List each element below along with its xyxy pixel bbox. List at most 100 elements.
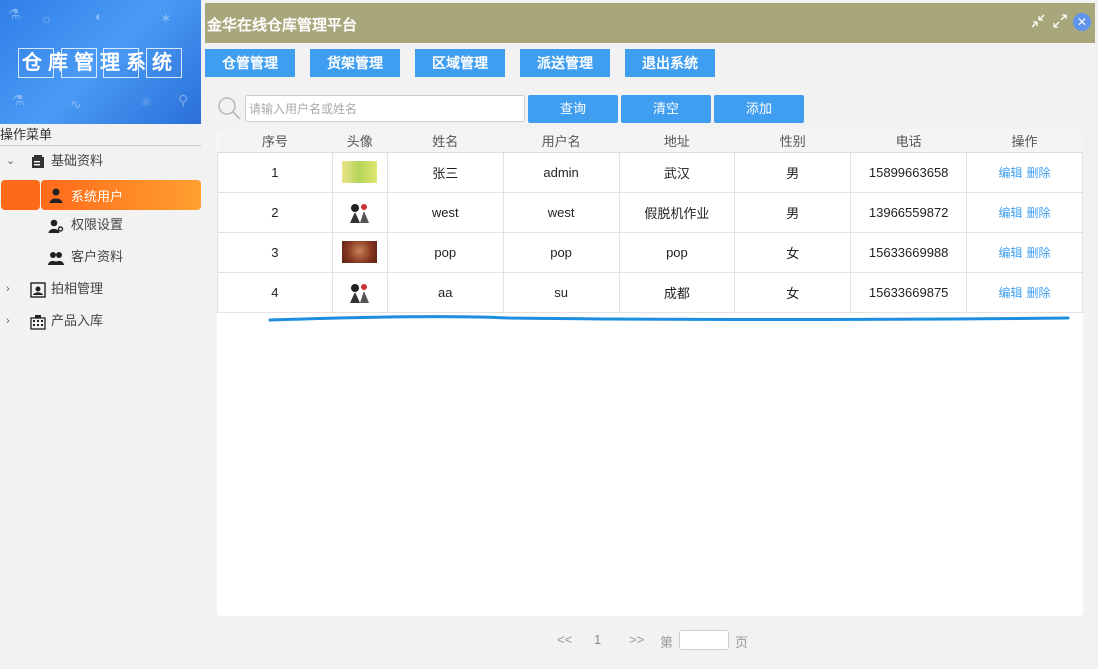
sidebar: 操作菜单 ⌄ 基础资料 系统用户 权限设置 客户资料 › 拍相管理 › 产品入库	[0, 124, 205, 669]
expand-icon[interactable]	[1051, 13, 1069, 31]
column-header: 序号	[217, 129, 333, 153]
column-header: 用户名	[503, 129, 619, 153]
cell-address: pop	[618, 231, 736, 273]
column-header: 性别	[734, 129, 851, 153]
nav-logout-button[interactable]: 退出系统	[625, 49, 715, 77]
cell-actions: 编辑 删除	[966, 231, 1083, 273]
delete-link[interactable]: 删除	[1027, 166, 1051, 180]
cell-address: 武汉	[618, 151, 736, 193]
chevron-right-icon: ›	[6, 315, 10, 327]
sidebar-group-label: 产品入库	[51, 313, 104, 328]
sidebar-item-label: 权限设置	[71, 217, 124, 232]
sidebar-item-customers[interactable]: 客户资料	[0, 244, 201, 270]
table-row: 1 张三 admin 武汉 男 15899663658 编辑 删除	[217, 151, 1083, 193]
nav-delivery-button[interactable]: 派送管理	[520, 49, 610, 77]
avatar	[342, 241, 378, 263]
cell-username: admin	[502, 151, 620, 193]
cell-username: pop	[502, 231, 620, 273]
goto-suffix: 页	[735, 635, 749, 650]
user-icon	[48, 187, 64, 203]
cell-actions: 编辑 删除	[966, 271, 1083, 313]
key-user-icon	[48, 217, 64, 233]
table-header-row: 序号 头像 姓名 用户名 地址 性别 电话 操作	[217, 129, 1083, 153]
cell-phone: 15899663658	[850, 151, 968, 193]
cell-no: 3	[217, 231, 333, 273]
cell-address: 成都	[618, 271, 736, 313]
nav-area-button[interactable]: 区域管理	[415, 49, 505, 77]
cell-avatar	[331, 151, 388, 193]
header-bar: 金华在线仓库管理平台 ✕	[205, 3, 1095, 43]
cell-username: su	[502, 271, 620, 313]
delete-link[interactable]: 删除	[1027, 246, 1051, 260]
cell-name: 张三	[386, 151, 504, 193]
edit-link[interactable]: 编辑	[999, 286, 1023, 300]
table-row: 4 aa su 成都 女 15633669875 编辑 删除	[217, 271, 1083, 313]
column-header: 姓名	[387, 129, 504, 153]
cell-no: 1	[217, 151, 333, 193]
query-button[interactable]: 查询	[528, 95, 618, 123]
cell-actions: 编辑 删除	[966, 191, 1083, 233]
column-header: 地址	[619, 129, 735, 153]
column-header: 电话	[850, 129, 967, 153]
sidebar-item-system-users[interactable]: 系统用户	[0, 180, 201, 210]
search-input[interactable]	[245, 95, 525, 122]
avatar	[342, 201, 377, 223]
cell-phone: 15633669988	[850, 231, 968, 273]
cell-gender: 男	[734, 191, 852, 233]
delete-link[interactable]: 删除	[1027, 286, 1051, 300]
page-number-input[interactable]	[679, 630, 729, 650]
current-page: 1	[594, 632, 602, 647]
cell-name: aa	[386, 271, 504, 313]
cell-phone: 15633669875	[850, 271, 968, 313]
table-row: 2 west west 假脱机作业 男 13966559872 编辑 删除	[217, 191, 1083, 233]
cell-actions: 编辑 删除	[966, 151, 1083, 193]
sidebar-group-label: 基础资料	[51, 153, 104, 168]
shrink-icon[interactable]	[1029, 13, 1047, 31]
table-row: 3 pop pop pop 女 15633669988 编辑 删除	[217, 231, 1083, 273]
search-icon	[217, 96, 241, 120]
page-title: 金华在线仓库管理平台	[207, 17, 358, 34]
column-header: 操作	[966, 129, 1083, 153]
camera-icon	[30, 281, 46, 298]
sidebar-group-label: 拍相管理	[51, 281, 104, 296]
clear-button[interactable]: 清空	[621, 95, 711, 123]
cell-avatar	[331, 191, 388, 233]
add-button[interactable]: 添加	[714, 95, 804, 123]
avatar	[342, 161, 378, 183]
goto-prefix: 第	[660, 635, 674, 650]
next-page-button[interactable]: >>	[629, 632, 644, 647]
cell-name: west	[386, 191, 504, 233]
logo-title: 仓库管理系统	[22, 52, 178, 74]
cell-avatar	[331, 231, 388, 273]
nav-warehouse-button[interactable]: 仓管管理	[205, 49, 295, 77]
column-header: 头像	[332, 129, 388, 153]
sidebar-group-inbound[interactable]: › 产品入库	[0, 308, 201, 334]
prev-page-button[interactable]: <<	[557, 632, 572, 647]
sidebar-group-photo[interactable]: › 拍相管理	[0, 276, 201, 302]
sidebar-group-basic[interactable]: ⌄ 基础资料	[0, 148, 201, 174]
cell-no: 4	[217, 271, 333, 313]
chevron-right-icon: ›	[6, 283, 10, 295]
close-icon[interactable]: ✕	[1073, 13, 1091, 31]
annotation-underline	[268, 315, 1070, 322]
chevron-down-icon: ⌄	[6, 155, 16, 167]
cell-avatar	[331, 271, 388, 313]
edit-link[interactable]: 编辑	[999, 206, 1023, 220]
users-icon	[48, 249, 64, 265]
building-icon	[30, 313, 46, 330]
nav-shelf-button[interactable]: 货架管理	[310, 49, 400, 77]
delete-link[interactable]: 删除	[1027, 206, 1051, 220]
cell-address: 假脱机作业	[618, 191, 736, 233]
cell-no: 2	[217, 191, 333, 233]
cell-name: pop	[386, 231, 504, 273]
avatar	[342, 281, 377, 303]
document-icon	[30, 153, 46, 169]
sidebar-item-permissions[interactable]: 权限设置	[0, 212, 201, 238]
cell-gender: 男	[734, 151, 852, 193]
cell-gender: 女	[734, 271, 852, 313]
cell-gender: 女	[734, 231, 852, 273]
sidebar-item-label: 客户资料	[71, 249, 124, 264]
edit-link[interactable]: 编辑	[999, 246, 1023, 260]
edit-link[interactable]: 编辑	[999, 166, 1023, 180]
sidebar-title: 操作菜单	[0, 126, 201, 146]
